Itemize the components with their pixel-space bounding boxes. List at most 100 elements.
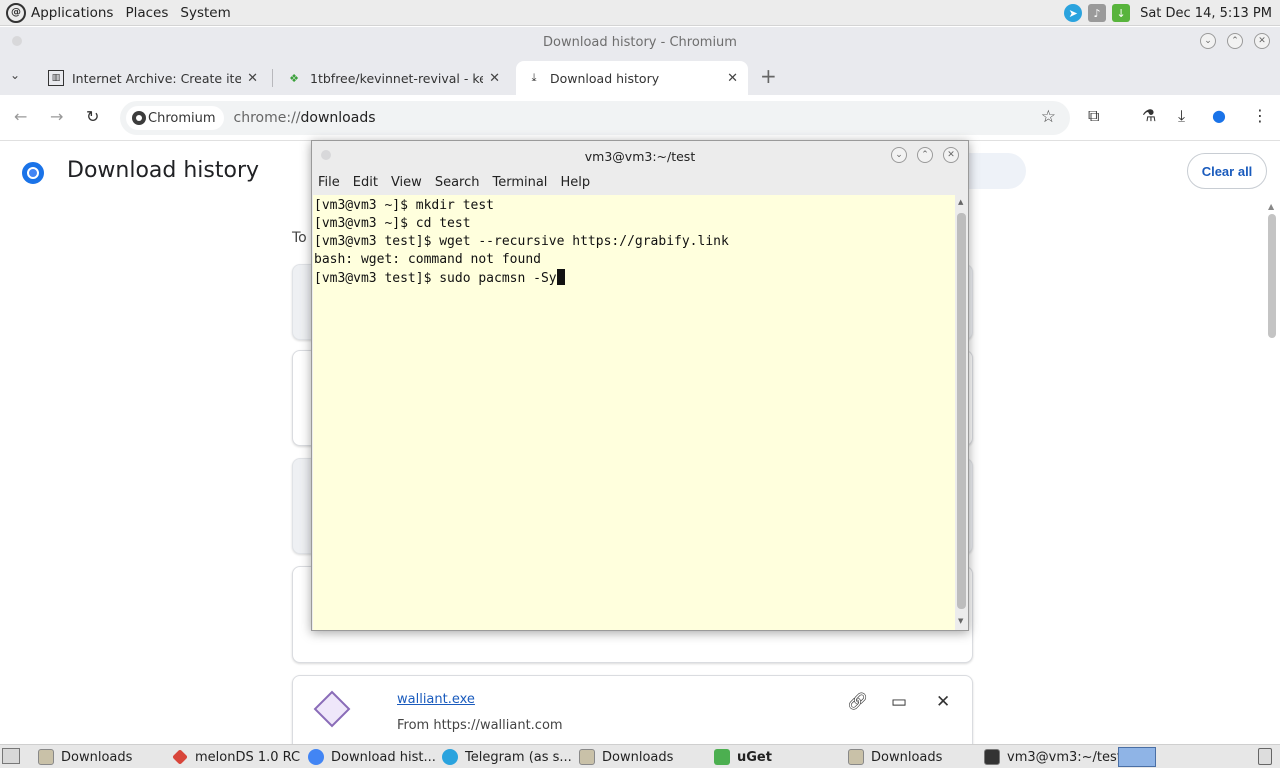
terminal-window[interactable]: vm3@vm3:~/test ⌄ ⌃ ✕ File Edit View Sear… (311, 140, 969, 631)
terminal-cursor (556, 269, 565, 285)
reload-icon[interactable]: ↻ (86, 107, 99, 126)
scroll-up-icon[interactable]: ▲ (958, 198, 963, 206)
terminal-line: [vm3@vm3 ~]$ cd test (314, 216, 471, 231)
site-chip-label: Chromium (148, 110, 216, 126)
close-icon[interactable]: ✕ (727, 71, 738, 86)
url-host: downloads (300, 110, 376, 126)
tab-search-chevron-down-icon[interactable]: ⌄ (10, 68, 20, 82)
download-file-link[interactable]: walliant.exe (397, 692, 475, 707)
taskbar-label: Downloads (61, 749, 133, 765)
terminal-menu-search[interactable]: Search (435, 175, 480, 190)
menu-kebab-icon[interactable]: ⋮ (1252, 106, 1268, 125)
url-scheme: chrome:// (233, 110, 301, 126)
terminal-titlebar[interactable]: vm3@vm3:~/test ⌄ ⌃ ✕ (312, 141, 968, 169)
menu-places[interactable]: Places (125, 5, 168, 21)
url-text[interactable]: chrome://downloads (234, 110, 376, 126)
bookmark-star-icon[interactable]: ☆ (1041, 107, 1056, 127)
terminal-menu-view[interactable]: View (391, 175, 422, 190)
minimize-button[interactable]: ⌄ (1200, 33, 1216, 49)
terminal-line: [vm3@vm3 test]$ wget --recursive https:/… (314, 234, 729, 249)
terminal-line: [vm3@vm3 ~]$ mkdir test (314, 198, 495, 213)
trash-icon[interactable] (1258, 748, 1272, 765)
back-arrow-icon[interactable]: ← (14, 107, 27, 126)
taskbar-item-chromium[interactable]: Download hist... (308, 747, 436, 767)
workspace-switcher[interactable] (1118, 747, 1156, 767)
taskbar-item-downloads-2[interactable]: Downloads (579, 747, 673, 767)
copy-link-icon[interactable]: 🔗︎ (847, 692, 869, 712)
show-in-folder-icon[interactable]: ▭ (891, 692, 907, 712)
maximize-button[interactable]: ⌃ (1227, 33, 1243, 49)
tab-internet-archive[interactable]: ▥ Internet Archive: Create item ✕ (38, 61, 268, 95)
tab-label: Download history (550, 70, 660, 86)
downloads-toolbar-icon[interactable]: ⤓ (1178, 106, 1185, 126)
new-tab-button[interactable]: + (760, 64, 777, 88)
taskbar-item-melonds[interactable]: melonDS 1.0 RC (172, 747, 300, 767)
page-scrollbar[interactable]: ▲ (1266, 202, 1278, 742)
system-tray: ➤ ♪ ↓ Sat Dec 14, 5:13 PM (1064, 0, 1280, 26)
terminal-maximize-button[interactable]: ⌃ (917, 147, 933, 163)
clock[interactable]: Sat Dec 14, 5:13 PM (1140, 6, 1272, 21)
distro-logo-icon[interactable]: @ (6, 2, 26, 23)
folder-icon (38, 749, 54, 765)
taskbar-item-terminal[interactable]: vm3@vm3:~/test (984, 747, 1122, 767)
scrollbar-thumb[interactable] (1268, 214, 1276, 338)
taskbar-label: Downloads (871, 749, 943, 765)
page-title: Download history (67, 158, 260, 183)
labs-flask-icon[interactable]: ⚗ (1142, 106, 1156, 125)
close-icon[interactable]: ✕ (489, 71, 500, 86)
omnibox[interactable]: Chromium chrome://downloads ☆ (120, 101, 1070, 135)
taskbar-item-uget[interactable]: uGet (714, 747, 772, 767)
archive-icon: ▥ (48, 70, 64, 86)
profile-icon[interactable]: ● (1212, 106, 1226, 125)
terminal-menu-edit[interactable]: Edit (353, 175, 378, 190)
terminal-minimize-button[interactable]: ⌄ (891, 147, 907, 163)
taskbar-label: Download hist... (331, 749, 436, 765)
terminal-scrollbar[interactable]: ▲ ▼ (955, 195, 968, 630)
terminal-scrollbar-thumb[interactable] (957, 213, 966, 609)
terminal-screen[interactable]: [vm3@vm3 ~]$ mkdir test [vm3@vm3 ~]$ cd t… (313, 195, 955, 630)
melonds-icon (172, 749, 188, 765)
extensions-icon[interactable]: ⧉ (1088, 106, 1099, 126)
terminal-menu-help[interactable]: Help (560, 175, 590, 190)
remove-close-icon[interactable]: ✕ (936, 692, 950, 712)
search-downloads-field[interactable] (960, 153, 1026, 189)
terminal-menu-terminal[interactable]: Terminal (492, 175, 547, 190)
uget-tray-icon[interactable]: ↓ (1112, 4, 1131, 22)
forward-arrow-icon[interactable]: → (50, 107, 63, 126)
taskbar-item-downloads[interactable]: Downloads (38, 747, 132, 767)
taskbar-item-downloads-3[interactable]: Downloads (848, 747, 942, 767)
chromium-icon (132, 111, 146, 125)
terminal-menubar: File Edit View Search Terminal Help (312, 171, 968, 193)
terminal-close-button[interactable]: ✕ (943, 147, 959, 163)
taskbar-label: Telegram (as s... (465, 749, 572, 765)
site-chip[interactable]: Chromium (126, 106, 224, 130)
terminal-title: vm3@vm3:~/test (584, 149, 696, 164)
download-card-walliant: walliant.exe From https://walliant.com 🔗… (292, 675, 973, 755)
scroll-down-icon[interactable]: ▼ (958, 617, 963, 625)
scroll-up-icon[interactable]: ▲ (1268, 202, 1274, 211)
terminal-icon (984, 749, 1000, 765)
close-window-button[interactable]: ✕ (1254, 33, 1270, 49)
tab-gitlab[interactable]: ❖ 1tbfree/kevinnet-revival - ke ✕ (276, 61, 510, 95)
taskbar-label: vm3@vm3:~/test (1007, 749, 1122, 765)
terminal-menu-file[interactable]: File (318, 175, 340, 190)
terminal-line: bash: wget: command not found (314, 252, 541, 267)
menu-system[interactable]: System (180, 5, 230, 21)
taskbar-item-telegram[interactable]: Telegram (as s... (442, 747, 572, 767)
close-icon[interactable]: ✕ (247, 71, 258, 86)
telegram-icon (442, 749, 458, 765)
taskbar-label: uGet (737, 749, 772, 765)
uget-icon (714, 749, 730, 765)
chrome-logo-icon (22, 162, 44, 184)
terminal-line: [vm3@vm3 test]$ sudo pacmsn -Sy (314, 271, 557, 286)
tab-label: 1tbfree/kevinnet-revival - ke (310, 70, 484, 86)
browser-toolbar: ← → ↻ Chromium chrome://downloads ☆ ⧉ ⚗ … (0, 95, 1280, 141)
show-desktop-icon[interactable] (2, 748, 20, 764)
tab-download-history[interactable]: ⤓ Download history ✕ (516, 61, 748, 95)
top-panel: @ Applications Places System ➤ ♪ ↓ Sat D… (0, 0, 1280, 26)
clear-all-button[interactable]: Clear all (1187, 153, 1267, 189)
menu-applications[interactable]: Applications (31, 5, 113, 21)
folder-icon (579, 749, 595, 765)
volume-icon[interactable]: ♪ (1088, 4, 1107, 22)
telegram-tray-icon[interactable]: ➤ (1064, 4, 1083, 22)
